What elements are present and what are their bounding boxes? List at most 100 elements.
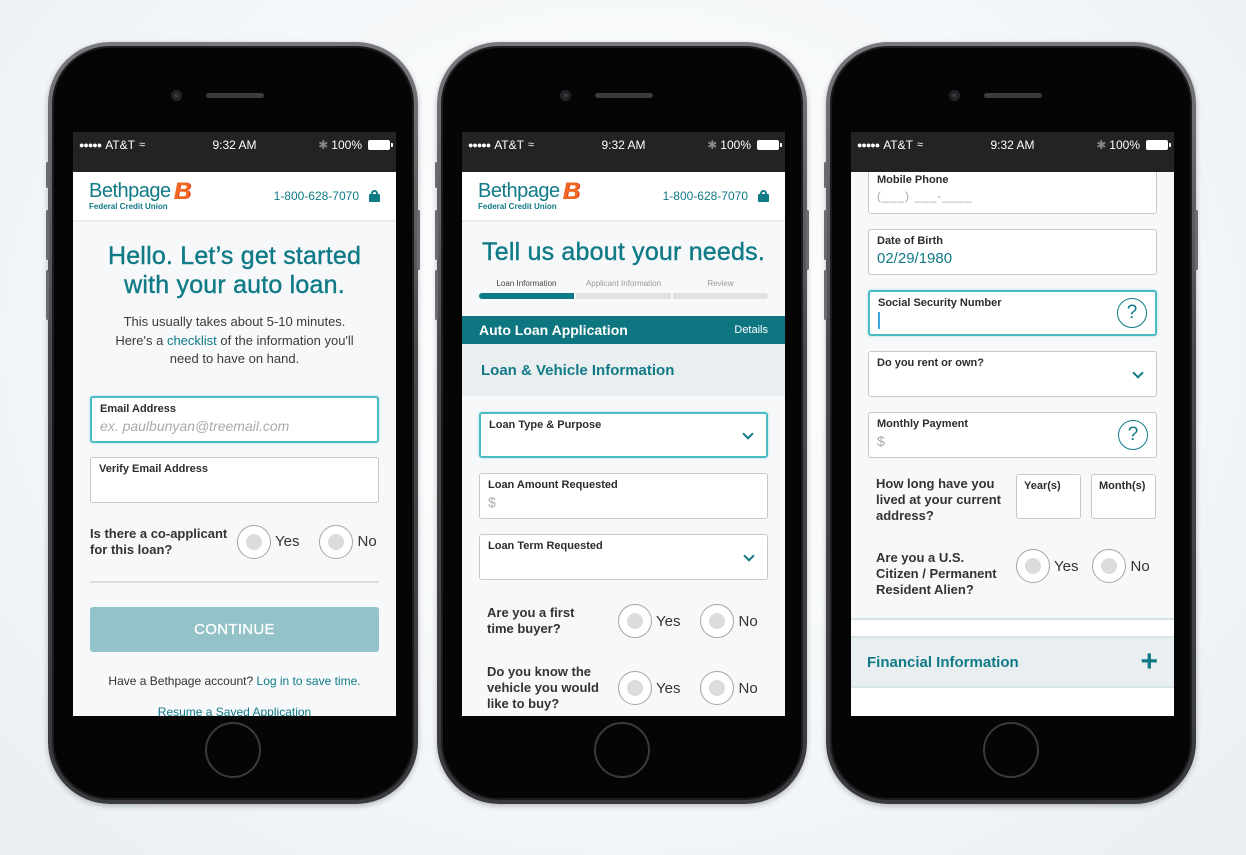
radio-circle-icon — [1016, 549, 1050, 583]
account-text: Have a Bethpage account? — [108, 673, 254, 688]
rent-or-own-select[interactable]: Do you rent or own? — [868, 351, 1157, 397]
ssn-field[interactable]: Social Security Number ? — [868, 290, 1157, 336]
mobile-phone-placeholder: (___) ___-____ — [877, 189, 974, 203]
verify-email-field[interactable]: Verify Email Address — [90, 456, 379, 503]
progress-step-loan-information[interactable]: Loan Information — [479, 279, 574, 299]
citizen-yes-radio[interactable]: Yes — [1016, 549, 1078, 583]
page-title: Hello. Let’s get started with your auto … — [90, 242, 379, 300]
progress-step-review[interactable]: Review — [673, 279, 768, 299]
loan-amount-label: Loan Amount Requested — [488, 479, 618, 491]
loan-type-label: Loan Type & Purpose — [489, 419, 602, 431]
details-link[interactable]: Details — [734, 324, 768, 336]
front-camera — [171, 90, 182, 101]
front-camera — [949, 90, 960, 101]
first-time-no-radio[interactable]: No — [700, 604, 758, 638]
first-time-buyer-question: Are you a first time buyer? Yes No — [479, 604, 768, 638]
section-gap — [851, 620, 1174, 636]
progress-step-applicant-information[interactable]: Applicant Information — [576, 279, 671, 299]
first-time-yes-radio[interactable]: Yes — [618, 604, 680, 638]
no-label: No — [357, 533, 377, 550]
resume-row: Resume a Saved Application — [90, 705, 379, 717]
status-bar: ●●●●● AT&T ≈ 9:32 AM ✱ 100% — [851, 132, 1174, 172]
months-field[interactable]: Month(s) — [1091, 474, 1156, 519]
screen-start: ●●●●● AT&T ≈ 9:32 AM ✱ 100% Bethpage B Fe… — [73, 132, 396, 716]
radio-circle-icon — [319, 524, 354, 559]
resume-application-link[interactable]: Resume a Saved Application — [158, 705, 311, 717]
coapplicant-yes-radio[interactable]: Yes — [237, 524, 299, 559]
know-vehicle-no-radio[interactable]: No — [700, 671, 758, 705]
step-label: Loan Information — [496, 279, 557, 288]
intro-line-3: need to have on hand. — [169, 351, 300, 366]
application-title: Auto Loan Application — [479, 322, 628, 338]
title-line-2: with your auto loan. — [124, 271, 345, 299]
volume-down-button — [435, 270, 438, 320]
phone-number-link[interactable]: 1-800-628-7070 — [274, 189, 359, 203]
loan-amount-field[interactable]: Loan Amount Requested $ — [479, 473, 768, 519]
volume-down-button — [46, 270, 49, 320]
financial-information-accordion[interactable]: Financial Information + — [851, 636, 1174, 688]
no-label: No — [738, 612, 758, 630]
section-header-loan-vehicle: Loan & Vehicle Information — [462, 344, 785, 396]
continue-button[interactable]: CONTINUE — [90, 606, 379, 652]
radio-circle-icon — [700, 604, 735, 638]
lock-icon — [369, 190, 380, 202]
radio-circle-icon — [1092, 549, 1127, 583]
years-field[interactable]: Year(s) — [1016, 474, 1081, 519]
no-label: No — [1130, 557, 1150, 575]
front-camera — [560, 90, 571, 101]
application-bar: Auto Loan Application Details — [462, 316, 785, 344]
intro-text: This usually takes about 5-10 minutes. H… — [90, 313, 379, 369]
step-label: Review — [707, 279, 734, 288]
step-bar — [479, 293, 574, 299]
volume-up-button — [46, 210, 49, 260]
bethpage-logo[interactable]: Bethpage B Federal Credit Union — [478, 179, 580, 211]
phone-frame-3: ●●●●● AT&T ≈ 9:32 AM ✱ 100% Mobile Phone… — [824, 42, 1198, 804]
site-header: Bethpage B Federal Credit Union 1-800-628… — [73, 172, 396, 222]
loan-term-label: Loan Term Requested — [488, 540, 603, 552]
date-of-birth-field[interactable]: Date of Birth 02/29/1980 — [868, 229, 1157, 275]
email-field[interactable]: Email Address ex. paulbunyan@treemail.co… — [90, 395, 379, 443]
bethpage-logo[interactable]: Bethpage B Federal Credit Union — [89, 177, 191, 211]
title-line-1: Hello. Let’s get started — [107, 242, 362, 270]
login-link[interactable]: Log in to save time. — [257, 674, 361, 688]
home-button[interactable] — [205, 722, 261, 778]
site-header: Bethpage B Federal Credit Union 1-800-628… — [462, 172, 785, 222]
logo-name: Bethpage — [89, 180, 171, 202]
coapplicant-no-radio[interactable]: No — [319, 524, 377, 559]
home-button[interactable] — [983, 722, 1039, 778]
phone-number-link[interactable]: 1-800-628-7070 — [663, 189, 748, 203]
radio-circle-icon — [618, 604, 652, 638]
monthly-payment-field[interactable]: Monthly Payment $ ? — [868, 412, 1157, 458]
first-time-buyer-label: Are you a first time buyer? — [487, 605, 575, 636]
know-vehicle-question: Do you know the vehicle you would like t… — [479, 664, 768, 712]
battery-icon — [368, 140, 393, 150]
yes-label: Yes — [1054, 557, 1079, 575]
radio-circle-icon — [618, 671, 652, 705]
mobile-phone-label: Mobile Phone — [877, 174, 949, 186]
help-icon[interactable]: ? — [1118, 420, 1148, 450]
radio-circle-icon — [700, 671, 735, 705]
email-label: Email Address — [100, 402, 177, 415]
mute-switch — [435, 162, 438, 188]
intro-line-2-pre: Here's a — [115, 332, 167, 348]
screen-applicant-info: ●●●●● AT&T ≈ 9:32 AM ✱ 100% Mobile Phone… — [851, 132, 1174, 716]
mobile-phone-field[interactable]: Mobile Phone (___) ___-____ — [868, 168, 1157, 214]
clock: 9:32 AM — [990, 138, 1035, 152]
loan-term-select[interactable]: Loan Term Requested — [479, 534, 768, 580]
help-icon[interactable]: ? — [1117, 298, 1147, 328]
logo-subtitle: Federal Credit Union — [478, 202, 557, 211]
years-label: Year(s) — [1024, 480, 1061, 492]
know-vehicle-yes-radio[interactable]: Yes — [618, 671, 680, 705]
clock: 9:32 AM — [212, 138, 257, 152]
volume-up-button — [435, 210, 438, 260]
yes-label: Yes — [656, 612, 681, 630]
earpiece-speaker — [206, 93, 264, 98]
home-button[interactable] — [594, 722, 650, 778]
citizen-no-radio[interactable]: No — [1092, 549, 1150, 583]
lock-icon — [758, 190, 769, 202]
loan-type-select[interactable]: Loan Type & Purpose — [479, 412, 768, 458]
date-of-birth-label: Date of Birth — [877, 235, 943, 247]
know-vehicle-label: Do you know the vehicle you would like t… — [487, 664, 599, 711]
logo-mark-icon: B — [173, 177, 191, 205]
checklist-link[interactable]: checklist — [167, 333, 217, 348]
